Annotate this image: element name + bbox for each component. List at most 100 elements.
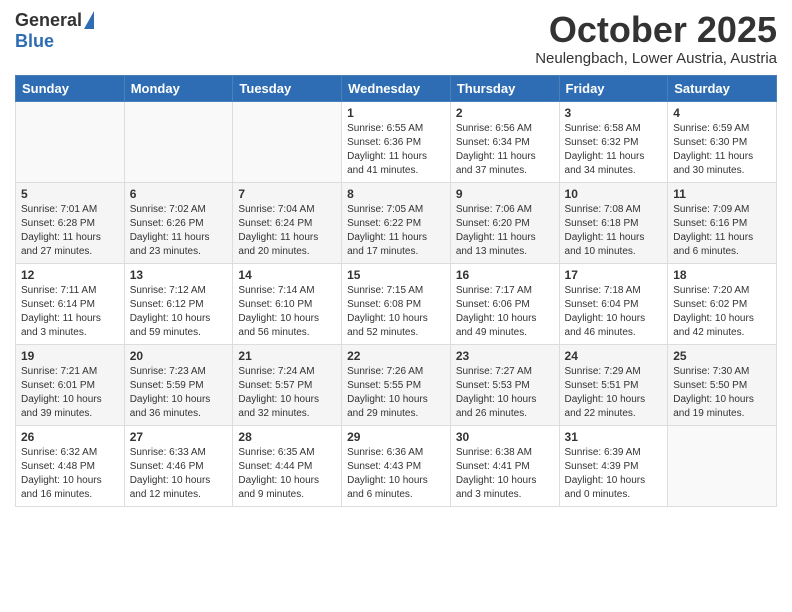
weekday-header-sunday: Sunday (16, 75, 125, 101)
calendar-week-row: 26 Sunrise: 6:32 AM Sunset: 4:48 PM Dayli… (16, 425, 777, 506)
calendar-cell: 13 Sunrise: 7:12 AM Sunset: 6:12 PM Dayli… (124, 263, 233, 344)
day-number: 9 (456, 187, 554, 201)
weekday-header-friday: Friday (559, 75, 668, 101)
day-info: Sunrise: 6:32 AM Sunset: 4:48 PM Dayligh… (21, 446, 119, 502)
calendar-week-row: 12 Sunrise: 7:11 AM Sunset: 6:14 PM Dayli… (16, 263, 777, 344)
day-info: Sunrise: 7:29 AM Sunset: 5:51 PM Dayligh… (565, 365, 663, 421)
calendar-cell: 28Sunrise: 6:35 AM Sunset: 4:44 PM Dayli… (233, 425, 342, 506)
day-number: 20 (130, 349, 228, 363)
day-info: Sunrise: 6:38 AM Sunset: 4:41 PM Dayligh… (456, 446, 554, 502)
weekday-header-monday: Monday (124, 75, 233, 101)
weekday-header-saturday: Saturday (668, 75, 777, 101)
calendar-cell: 10 Sunrise: 7:08 AM Sunset: 6:18 PM Dayli… (559, 182, 668, 263)
day-number: 31 (565, 430, 663, 444)
day-info: Sunrise: 6:39 AM Sunset: 4:39 PM Dayligh… (565, 446, 663, 502)
day-number: 28 (238, 430, 336, 444)
day-number: 26 (21, 430, 119, 444)
month-title: October 2025 (535, 10, 777, 50)
day-number: 22 (347, 349, 445, 363)
day-info: Sunrise: 7:06 AM Sunset: 6:20 PM Dayligh… (456, 203, 554, 259)
day-number: 23 (456, 349, 554, 363)
day-number: 11 (673, 187, 771, 201)
title-area: October 2025 Neulengbach, Lower Austria,… (535, 10, 777, 67)
day-number: 29 (347, 430, 445, 444)
calendar-cell: 20 Sunrise: 7:23 AM Sunset: 5:59 PM Dayli… (124, 344, 233, 425)
day-number: 2 (456, 106, 554, 120)
calendar-cell (16, 101, 125, 182)
calendar-cell: 2 Sunrise: 6:56 AM Sunset: 6:34 PM Daylig… (450, 101, 559, 182)
day-info: Sunrise: 7:23 AM Sunset: 5:59 PM Dayligh… (130, 365, 228, 421)
calendar-cell: 11 Sunrise: 7:09 AM Sunset: 6:16 PM Dayli… (668, 182, 777, 263)
day-info: Sunrise: 7:15 AM Sunset: 6:08 PM Dayligh… (347, 284, 445, 340)
day-number: 6 (130, 187, 228, 201)
day-number: 12 (21, 268, 119, 282)
day-info: Sunrise: 6:59 AM Sunset: 6:30 PM Dayligh… (673, 122, 771, 178)
day-number: 15 (347, 268, 445, 282)
calendar-cell (668, 425, 777, 506)
weekday-header-tuesday: Tuesday (233, 75, 342, 101)
calendar-cell: 19 Sunrise: 7:21 AM Sunset: 6:01 PM Dayli… (16, 344, 125, 425)
calendar-week-row: 5Sunrise: 7:01 AM Sunset: 6:28 PM Daylig… (16, 182, 777, 263)
day-info: Sunrise: 7:11 AM Sunset: 6:14 PM Dayligh… (21, 284, 119, 340)
calendar-cell: 16Sunrise: 7:17 AM Sunset: 6:06 PM Dayli… (450, 263, 559, 344)
logo: General Blue (15, 10, 94, 52)
day-info: Sunrise: 7:12 AM Sunset: 6:12 PM Dayligh… (130, 284, 228, 340)
calendar-table: SundayMondayTuesdayWednesdayThursdayFrid… (15, 75, 777, 507)
day-info: Sunrise: 7:02 AM Sunset: 6:26 PM Dayligh… (130, 203, 228, 259)
weekday-header-wednesday: Wednesday (342, 75, 451, 101)
day-number: 10 (565, 187, 663, 201)
day-info: Sunrise: 7:18 AM Sunset: 6:04 PM Dayligh… (565, 284, 663, 340)
calendar-cell: 17Sunrise: 7:18 AM Sunset: 6:04 PM Dayli… (559, 263, 668, 344)
logo-blue-text: Blue (15, 31, 54, 52)
calendar-week-row: 19 Sunrise: 7:21 AM Sunset: 6:01 PM Dayli… (16, 344, 777, 425)
calendar-cell: 4 Sunrise: 6:59 AM Sunset: 6:30 PM Daylig… (668, 101, 777, 182)
calendar-cell (124, 101, 233, 182)
day-number: 5 (21, 187, 119, 201)
day-info: Sunrise: 7:08 AM Sunset: 6:18 PM Dayligh… (565, 203, 663, 259)
header: General Blue October 2025 Neulengbach, L… (15, 10, 777, 67)
calendar-cell: 23 Sunrise: 7:27 AM Sunset: 5:53 PM Dayli… (450, 344, 559, 425)
calendar-cell: 14Sunrise: 7:14 AM Sunset: 6:10 PM Dayli… (233, 263, 342, 344)
day-info: Sunrise: 6:55 AM Sunset: 6:36 PM Dayligh… (347, 122, 445, 178)
calendar-cell: 3Sunrise: 6:58 AM Sunset: 6:32 PM Daylig… (559, 101, 668, 182)
calendar-week-row: 1 Sunrise: 6:55 AM Sunset: 6:36 PM Daylig… (16, 101, 777, 182)
day-info: Sunrise: 7:27 AM Sunset: 5:53 PM Dayligh… (456, 365, 554, 421)
day-number: 1 (347, 106, 445, 120)
day-info: Sunrise: 6:56 AM Sunset: 6:34 PM Dayligh… (456, 122, 554, 178)
day-number: 27 (130, 430, 228, 444)
day-info: Sunrise: 7:30 AM Sunset: 5:50 PM Dayligh… (673, 365, 771, 421)
calendar-cell: 27 Sunrise: 6:33 AM Sunset: 4:46 PM Dayli… (124, 425, 233, 506)
calendar-cell: 31 Sunrise: 6:39 AM Sunset: 4:39 PM Dayli… (559, 425, 668, 506)
day-info: Sunrise: 7:26 AM Sunset: 5:55 PM Dayligh… (347, 365, 445, 421)
day-number: 25 (673, 349, 771, 363)
day-number: 24 (565, 349, 663, 363)
calendar-cell: 8Sunrise: 7:05 AM Sunset: 6:22 PM Daylig… (342, 182, 451, 263)
weekday-header-thursday: Thursday (450, 75, 559, 101)
day-number: 14 (238, 268, 336, 282)
calendar-cell: 29 Sunrise: 6:36 AM Sunset: 4:43 PM Dayli… (342, 425, 451, 506)
day-number: 30 (456, 430, 554, 444)
logo-triangle-icon (84, 11, 94, 29)
day-number: 19 (21, 349, 119, 363)
day-info: Sunrise: 7:21 AM Sunset: 6:01 PM Dayligh… (21, 365, 119, 421)
day-info: Sunrise: 7:24 AM Sunset: 5:57 PM Dayligh… (238, 365, 336, 421)
day-number: 4 (673, 106, 771, 120)
calendar-cell: 25 Sunrise: 7:30 AM Sunset: 5:50 PM Dayli… (668, 344, 777, 425)
weekday-header-row: SundayMondayTuesdayWednesdayThursdayFrid… (16, 75, 777, 101)
calendar-cell: 15 Sunrise: 7:15 AM Sunset: 6:08 PM Dayli… (342, 263, 451, 344)
day-number: 13 (130, 268, 228, 282)
day-info: Sunrise: 6:33 AM Sunset: 4:46 PM Dayligh… (130, 446, 228, 502)
day-info: Sunrise: 7:04 AM Sunset: 6:24 PM Dayligh… (238, 203, 336, 259)
calendar-cell: 9 Sunrise: 7:06 AM Sunset: 6:20 PM Daylig… (450, 182, 559, 263)
calendar-cell: 12 Sunrise: 7:11 AM Sunset: 6:14 PM Dayli… (16, 263, 125, 344)
calendar-cell: 5Sunrise: 7:01 AM Sunset: 6:28 PM Daylig… (16, 182, 125, 263)
calendar-cell: 26 Sunrise: 6:32 AM Sunset: 4:48 PM Dayli… (16, 425, 125, 506)
day-number: 18 (673, 268, 771, 282)
calendar-cell: 30 Sunrise: 6:38 AM Sunset: 4:41 PM Dayli… (450, 425, 559, 506)
page: General Blue October 2025 Neulengbach, L… (0, 0, 792, 612)
calendar-cell: 21 Sunrise: 7:24 AM Sunset: 5:57 PM Dayli… (233, 344, 342, 425)
day-number: 21 (238, 349, 336, 363)
logo-general-text: General (15, 10, 82, 31)
day-info: Sunrise: 7:09 AM Sunset: 6:16 PM Dayligh… (673, 203, 771, 259)
day-info: Sunrise: 6:36 AM Sunset: 4:43 PM Dayligh… (347, 446, 445, 502)
